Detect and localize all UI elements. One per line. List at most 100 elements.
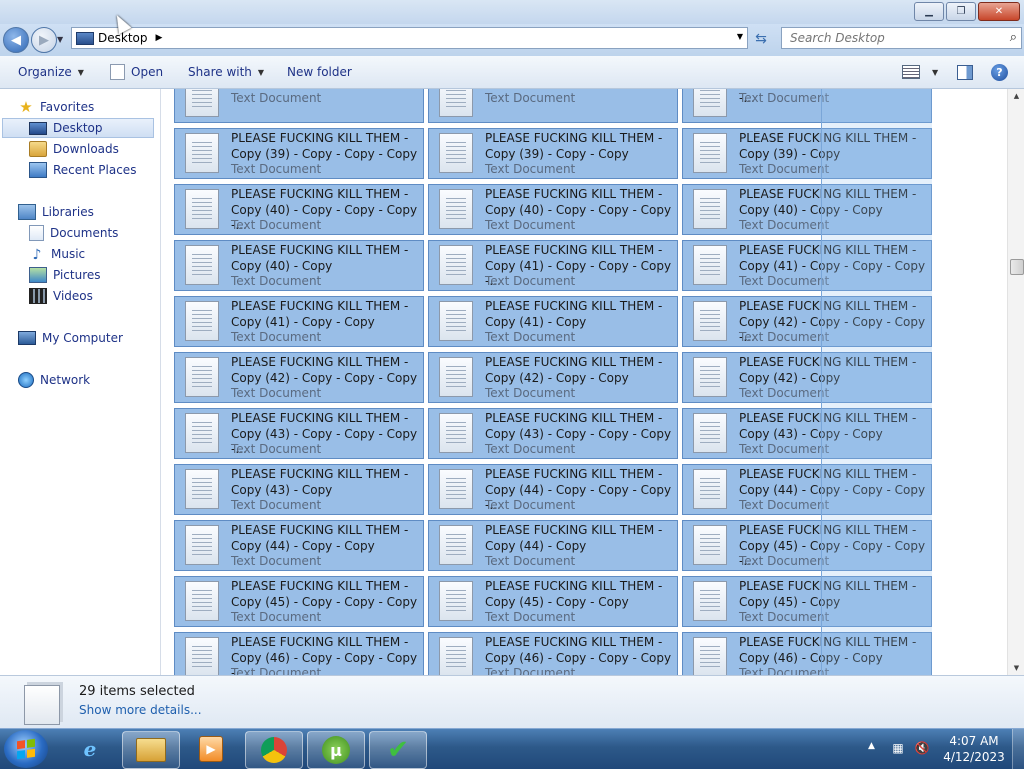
- file-item[interactable]: PLEASE FUCKING KILL THEM - Copy (46) - C…: [174, 632, 424, 675]
- file-item[interactable]: PLEASE FUCKING KILL THEM - Copy (42) - C…: [428, 352, 678, 403]
- file-item[interactable]: PLEASE FUCKING KILL THEM - Copy (40) - C…: [682, 184, 932, 235]
- file-list[interactable]: Copy (38) - Copy - CopyText DocumentCopy…: [161, 89, 1007, 675]
- system-clock[interactable]: 4:07 AM 4/12/2023: [942, 733, 1006, 765]
- file-item[interactable]: PLEASE FUCKING KILL THEM - Copy (39) - C…: [682, 128, 932, 179]
- file-item[interactable]: Copy (38) - CopyText Document: [428, 89, 678, 123]
- forward-button[interactable]: ▶: [31, 27, 57, 53]
- show-hidden-icons-arrow-icon[interactable]: ▲: [868, 741, 875, 751]
- file-item[interactable]: PLEASE FUCKING KILL THEM - Copy (44) - C…: [428, 464, 678, 515]
- nav-network[interactable]: Network: [18, 370, 90, 390]
- internet-explorer-taskbar-button[interactable]: e: [62, 731, 118, 767]
- file-type: Text Document: [231, 386, 322, 400]
- new-folder-button[interactable]: New folder: [287, 56, 352, 88]
- file-item[interactable]: PLEASE FUCKING KILL THEM - Copy (43) - C…: [174, 408, 424, 459]
- nav-favorites[interactable]: ★ Favorites: [18, 97, 94, 117]
- file-item[interactable]: PLEASE FUCKING KILL THEM - Copy (40) - C…: [174, 184, 424, 235]
- organize-button[interactable]: Organize ▼: [18, 56, 84, 88]
- nav-videos[interactable]: Videos: [29, 286, 93, 306]
- nav-libraries[interactable]: Libraries: [18, 202, 94, 222]
- file-item[interactable]: PLEASE FUCKING KILL THEM - Copy (44) - C…: [174, 520, 424, 571]
- file-item[interactable]: PLEASE FUCKING KILL THEM - Copy (45) - C…: [682, 576, 932, 627]
- file-item[interactable]: PLEASE FUCKING KILL THEM - Copy (46) - C…: [682, 632, 932, 675]
- text-document-icon: [439, 413, 473, 453]
- preview-pane-button[interactable]: [957, 56, 973, 88]
- volume-muted-icon[interactable]: 🔇: [914, 741, 930, 757]
- utorrent-taskbar-button[interactable]: µ: [307, 731, 365, 769]
- start-button[interactable]: [4, 730, 48, 768]
- nav-desktop[interactable]: Desktop: [2, 118, 154, 138]
- breadcrumb-desktop[interactable]: Desktop: [98, 31, 148, 45]
- file-item[interactable]: PLEASE FUCKING KILL THEM - Copy (43) - C…: [428, 408, 678, 459]
- search-box[interactable]: ⌕: [781, 27, 1022, 49]
- recent-pages-dropdown[interactable]: ▼: [57, 35, 63, 44]
- file-item[interactable]: PLEASE FUCKING KILL THEM - Copy (39) - C…: [428, 128, 678, 179]
- restore-button[interactable]: ❐: [946, 2, 976, 21]
- file-item[interactable]: Copy (38) - Copy - CopyText Document: [174, 89, 424, 123]
- nav-documents[interactable]: Documents: [29, 223, 118, 243]
- file-type: Text Document: [739, 442, 830, 456]
- chrome-taskbar-button[interactable]: [245, 731, 303, 769]
- scroll-up-arrow-icon[interactable]: ▲: [1008, 89, 1024, 103]
- file-type: Text Document: [485, 610, 576, 624]
- refresh-button[interactable]: ⇆: [750, 29, 772, 49]
- file-item[interactable]: PLEASE FUCKING KILL THEM - Copy (44) - C…: [428, 520, 678, 571]
- windows-explorer-taskbar-button[interactable]: [122, 731, 180, 769]
- open-button[interactable]: Open: [110, 56, 163, 88]
- file-item[interactable]: PLEASE FUCKING KILL THEM - Copy (41) - C…: [428, 296, 678, 347]
- media-player-taskbar-button[interactable]: ▶: [183, 731, 239, 767]
- breadcrumb-chevron-icon[interactable]: ▶: [156, 33, 163, 43]
- text-document-icon: [439, 581, 473, 621]
- show-more-details-link[interactable]: Show more details...: [79, 703, 202, 717]
- file-item[interactable]: PLEASE FUCKING KILL THEM - Copy (46) - C…: [428, 632, 678, 675]
- address-bar[interactable]: Desktop ▶ ▼: [71, 27, 748, 49]
- file-item[interactable]: PLEASE FUCKING KILL THEM - Copy (41) - C…: [682, 240, 932, 291]
- details-pane: 29 items selected Show more details...: [0, 675, 1024, 729]
- scroll-thumb[interactable]: [1010, 259, 1024, 275]
- file-item[interactable]: PLEASE FUCKING KILL THEM - Copy (42) - C…: [682, 296, 932, 347]
- file-name: PLEASE FUCKING KILL THEM - Copy (39) - C…: [485, 131, 663, 161]
- file-type: Text Document: [739, 498, 830, 512]
- file-type: Text Document: [739, 386, 830, 400]
- file-item[interactable]: PLEASE FUCKING KILL THEM - Copy (45) - C…: [174, 576, 424, 627]
- file-type: Text Document: [231, 498, 322, 512]
- back-button[interactable]: ◀: [3, 27, 29, 53]
- nav-music[interactable]: ♪ Music: [29, 244, 86, 264]
- file-item[interactable]: PLEASE FUCKING KILL THEM - Copy (40) - C…: [428, 184, 678, 235]
- minimize-button[interactable]: ▁: [914, 2, 944, 21]
- checkmark-app-taskbar-button[interactable]: ✔: [369, 731, 427, 769]
- show-desktop-button[interactable]: [1012, 729, 1024, 769]
- file-item[interactable]: PLEASE FUCKING KILL THEM - Copy (42) - C…: [174, 352, 424, 403]
- network-status-icon[interactable]: ▦: [890, 741, 906, 757]
- file-name: PLEASE FUCKING KILL THEM - Copy (43) - C…: [231, 467, 409, 497]
- file-item[interactable]: PLEASE FUCKING KILL THEM - Copy (39) - C…: [174, 128, 424, 179]
- file-item[interactable]: PLEASE FUCKING KILL THEM - Copy (43) - C…: [174, 464, 424, 515]
- chevron-down-icon: ▼: [932, 67, 939, 77]
- nav-my-computer[interactable]: My Computer: [18, 328, 123, 348]
- clock-date: 4/12/2023: [943, 750, 1005, 764]
- file-item[interactable]: PLEASE FUCKING KILL THEM - Copy (40) - C…: [174, 240, 424, 291]
- share-with-button[interactable]: Share with ▼: [188, 56, 264, 88]
- scroll-down-arrow-icon[interactable]: ▼: [1008, 661, 1024, 675]
- file-item[interactable]: Copy (39) - Copy - Copy - Copy -...Text …: [682, 89, 932, 123]
- file-name: PLEASE FUCKING KILL THEM - Copy (46) - C…: [485, 635, 672, 665]
- nav-downloads[interactable]: Downloads: [29, 139, 119, 159]
- file-item[interactable]: PLEASE FUCKING KILL THEM - Copy (41) - C…: [428, 240, 678, 291]
- text-document-icon: [185, 301, 219, 341]
- desktop-location-icon: [76, 31, 94, 45]
- nav-recent-places[interactable]: Recent Places: [29, 160, 136, 180]
- nav-pictures[interactable]: Pictures: [29, 265, 101, 285]
- address-history-dropdown[interactable]: ▼: [737, 32, 743, 41]
- vertical-scrollbar[interactable]: ▲ ▼: [1007, 89, 1024, 675]
- file-item[interactable]: PLEASE FUCKING KILL THEM - Copy (45) - C…: [428, 576, 678, 627]
- file-item[interactable]: PLEASE FUCKING KILL THEM - Copy (42) - C…: [682, 352, 932, 403]
- file-item[interactable]: PLEASE FUCKING KILL THEM - Copy (41) - C…: [174, 296, 424, 347]
- file-item[interactable]: PLEASE FUCKING KILL THEM - Copy (44) - C…: [682, 464, 932, 515]
- file-item[interactable]: PLEASE FUCKING KILL THEM - Copy (45) - C…: [682, 520, 932, 571]
- help-button[interactable]: ?: [991, 56, 1008, 88]
- file-item[interactable]: PLEASE FUCKING KILL THEM - Copy (43) - C…: [682, 408, 932, 459]
- nav-music-label: Music: [51, 247, 86, 261]
- change-view-button[interactable]: ▼: [902, 56, 938, 88]
- search-input[interactable]: [788, 28, 992, 48]
- search-icon[interactable]: ⌕: [1010, 30, 1017, 45]
- close-button[interactable]: ✕: [978, 2, 1020, 21]
